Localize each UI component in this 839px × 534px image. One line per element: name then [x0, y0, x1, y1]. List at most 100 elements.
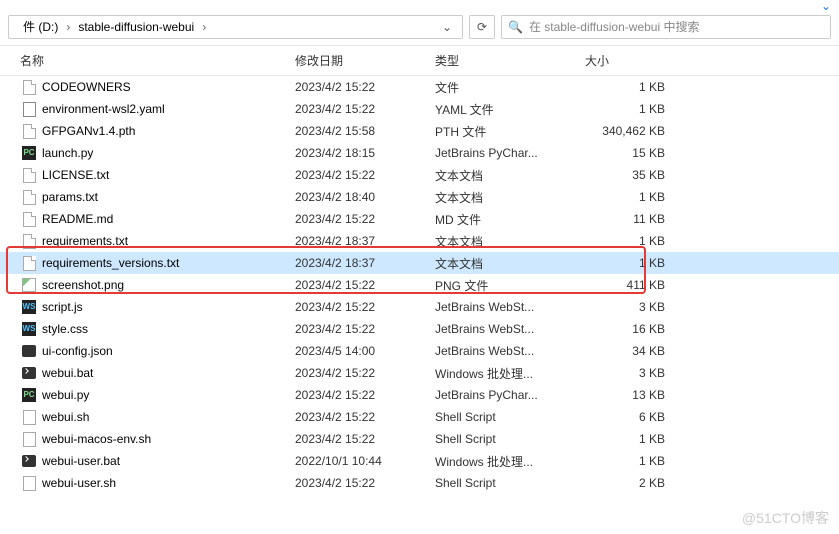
yaml-icon	[20, 101, 38, 117]
file-date: 2023/4/2 15:58	[295, 124, 435, 138]
file-date: 2023/4/2 18:37	[295, 234, 435, 248]
ws-icon: WS	[20, 299, 38, 315]
file-date: 2023/4/2 15:22	[295, 278, 435, 292]
file-row[interactable]: webui-user.bat2022/10/1 10:44Windows 批处理…	[0, 450, 839, 472]
file-size: 34 KB	[585, 344, 665, 358]
file-row[interactable]: environment-wsl2.yaml2023/4/2 15:22YAML …	[0, 98, 839, 120]
file-size: 340,462 KB	[585, 124, 665, 138]
search-placeholder: 在 stable-diffusion-webui 中搜索	[529, 18, 700, 35]
file-size: 6 KB	[585, 410, 665, 424]
file-size: 1 KB	[585, 256, 665, 270]
file-row[interactable]: GFPGANv1.4.pth2023/4/2 15:58PTH 文件340,46…	[0, 120, 839, 142]
file-size: 16 KB	[585, 322, 665, 336]
column-header-row: 名称 修改日期 类型 大小	[0, 46, 839, 76]
file-name: README.md	[42, 212, 295, 226]
file-size: 2 KB	[585, 476, 665, 490]
file-date: 2023/4/2 15:22	[295, 476, 435, 490]
file-type: JetBrains WebSt...	[435, 344, 585, 358]
column-header-type[interactable]: 类型	[435, 52, 585, 69]
file-row[interactable]: WSscript.js2023/4/2 15:22JetBrains WebSt…	[0, 296, 839, 318]
crumb-folder[interactable]: stable-diffusion-webui	[72, 20, 200, 34]
address-bar-row: 件 (D:) › stable-diffusion-webui › ⌄ ⟳ 🔍 …	[0, 12, 839, 46]
sh-icon	[20, 475, 38, 491]
file-name: script.js	[42, 300, 295, 314]
chevron-right-icon: ›	[64, 20, 72, 34]
file-row[interactable]: requirements.txt2023/4/2 18:37文本文档1 KB	[0, 230, 839, 252]
py-icon: PC	[20, 387, 38, 403]
file-type: JetBrains PyChar...	[435, 388, 585, 402]
breadcrumb[interactable]: 件 (D:) › stable-diffusion-webui › ⌄	[8, 15, 463, 39]
column-header-date[interactable]: 修改日期	[295, 52, 435, 69]
file-row[interactable]: WSstyle.css2023/4/2 15:22JetBrains WebSt…	[0, 318, 839, 340]
collapse-icon[interactable]: ⌄	[821, 0, 831, 13]
file-size: 1 KB	[585, 102, 665, 116]
file-name: environment-wsl2.yaml	[42, 102, 295, 116]
file-row[interactable]: webui-user.sh2023/4/2 15:22Shell Script2…	[0, 472, 839, 494]
file-date: 2023/4/2 15:22	[295, 212, 435, 226]
file-row[interactable]: webui.sh2023/4/2 15:22Shell Script6 KB	[0, 406, 839, 428]
chevron-right-icon: ›	[200, 20, 208, 34]
file-name: webui-user.sh	[42, 476, 295, 490]
file-row[interactable]: webui.bat2023/4/2 15:22Windows 批处理...3 K…	[0, 362, 839, 384]
file-name: LICENSE.txt	[42, 168, 295, 182]
py-icon: PC	[20, 145, 38, 161]
file-row[interactable]: requirements_versions.txt2023/4/2 18:37文…	[0, 252, 839, 274]
column-header-size[interactable]: 大小	[585, 52, 665, 69]
file-size: 1 KB	[585, 432, 665, 446]
file-name: params.txt	[42, 190, 295, 204]
file-size: 1 KB	[585, 190, 665, 204]
file-type: Windows 批处理...	[435, 453, 585, 470]
file-row[interactable]: README.md2023/4/2 15:22MD 文件11 KB	[0, 208, 839, 230]
crumb-drive[interactable]: 件 (D:)	[17, 18, 64, 35]
file-type: 文本文档	[435, 255, 585, 272]
file-date: 2023/4/2 15:22	[295, 322, 435, 336]
file-type: JetBrains WebSt...	[435, 322, 585, 336]
watermark: @51CTO博客	[742, 508, 829, 528]
file-size: 3 KB	[585, 366, 665, 380]
file-row[interactable]: webui-macos-env.sh2023/4/2 15:22Shell Sc…	[0, 428, 839, 450]
file-row[interactable]: screenshot.png2023/4/2 15:22PNG 文件411 KB	[0, 274, 839, 296]
file-type: Shell Script	[435, 432, 585, 446]
file-size: 15 KB	[585, 146, 665, 160]
file-size: 3 KB	[585, 300, 665, 314]
file-name: webui.bat	[42, 366, 295, 380]
file-name: launch.py	[42, 146, 295, 160]
file-type: MD 文件	[435, 211, 585, 228]
file-date: 2023/4/2 15:22	[295, 102, 435, 116]
column-header-name[interactable]: 名称	[20, 52, 295, 69]
file-date: 2023/4/2 18:40	[295, 190, 435, 204]
file-row[interactable]: ui-config.json2023/4/5 14:00JetBrains We…	[0, 340, 839, 362]
file-type: YAML 文件	[435, 101, 585, 118]
file-name: webui.py	[42, 388, 295, 402]
file-row[interactable]: CODEOWNERS2023/4/2 15:22文件1 KB	[0, 76, 839, 98]
file-list[interactable]: CODEOWNERS2023/4/2 15:22文件1 KBenvironmen…	[0, 76, 839, 524]
json-icon	[20, 343, 38, 359]
file-name: screenshot.png	[42, 278, 295, 292]
file-date: 2023/4/2 15:22	[295, 410, 435, 424]
file-icon	[20, 123, 38, 139]
file-name: GFPGANv1.4.pth	[42, 124, 295, 138]
file-size: 35 KB	[585, 168, 665, 182]
file-date: 2023/4/2 15:22	[295, 366, 435, 380]
file-type: JetBrains PyChar...	[435, 146, 585, 160]
refresh-button[interactable]: ⟳	[469, 15, 495, 39]
file-size: 1 KB	[585, 234, 665, 248]
file-row[interactable]: PCwebui.py2023/4/2 15:22JetBrains PyChar…	[0, 384, 839, 406]
file-type: Shell Script	[435, 476, 585, 490]
file-row[interactable]: PClaunch.py2023/4/2 18:15JetBrains PyCha…	[0, 142, 839, 164]
sh-icon	[20, 409, 38, 425]
file-size: 411 KB	[585, 278, 665, 292]
file-size: 1 KB	[585, 454, 665, 468]
sh-icon	[20, 431, 38, 447]
file-type: 文本文档	[435, 167, 585, 184]
file-row[interactable]: LICENSE.txt2023/4/2 15:22文本文档35 KB	[0, 164, 839, 186]
file-icon	[20, 167, 38, 183]
breadcrumb-dropdown-icon[interactable]: ⌄	[436, 20, 458, 34]
search-input[interactable]: 🔍 在 stable-diffusion-webui 中搜索	[501, 15, 831, 39]
file-row[interactable]: params.txt2023/4/2 18:40文本文档1 KB	[0, 186, 839, 208]
file-size: 13 KB	[585, 388, 665, 402]
file-type: JetBrains WebSt...	[435, 300, 585, 314]
file-icon	[20, 233, 38, 249]
search-icon: 🔍	[508, 20, 523, 34]
window-topbar: ⌄	[0, 0, 839, 12]
